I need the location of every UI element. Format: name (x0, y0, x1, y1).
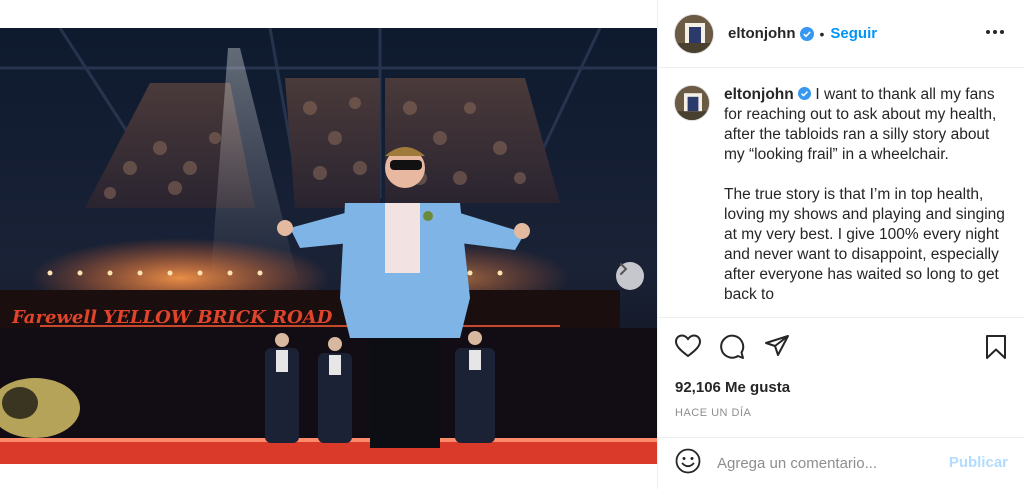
comment-input[interactable] (717, 455, 937, 472)
bookmark-icon[interactable] (985, 334, 1007, 365)
instagram-post: Farewell YELLOW BRICK ROAD eltonjohn • S… (0, 0, 1024, 489)
post-media[interactable]: Farewell YELLOW BRICK ROAD (0, 28, 657, 464)
verified-badge-icon (798, 86, 812, 103)
caption-username[interactable]: eltonjohn (724, 86, 794, 103)
chevron-right-icon (620, 263, 628, 275)
caption-avatar[interactable] (674, 85, 710, 121)
post-header: eltonjohn • Seguir (658, 0, 1024, 68)
avatar[interactable] (674, 13, 714, 54)
post-timestamp[interactable]: HACE UN DÍA (675, 407, 751, 419)
more-options-icon[interactable] (985, 22, 1005, 47)
concert-photo: Farewell YELLOW BRICK ROAD (0, 28, 657, 464)
publish-button[interactable]: Publicar (949, 454, 1008, 471)
separator-dot: • (819, 25, 825, 42)
post-side-panel: eltonjohn • Seguir eltonjohn I want to t… (657, 0, 1024, 489)
paper-plane-icon[interactable] (764, 334, 790, 363)
verified-badge-icon (799, 26, 814, 41)
caption-area: eltonjohn I want to thank all my fans fo… (658, 69, 1024, 317)
stage-sign-text: Farewell YELLOW BRICK ROAD (11, 307, 333, 328)
caption-paragraph: The true story is that I’m in top health… (724, 186, 1005, 303)
avatar-image (675, 86, 709, 120)
avatar-image (675, 14, 713, 53)
caption-text: eltonjohn I want to thank all my fans fo… (724, 85, 1009, 317)
likes-count[interactable]: 92,106 Me gusta (675, 379, 790, 396)
comment-icon[interactable] (719, 334, 745, 365)
action-bar (658, 317, 1024, 377)
smiley-icon[interactable] (675, 448, 701, 479)
comment-bar: Publicar (658, 437, 1024, 489)
heart-icon[interactable] (674, 334, 702, 363)
follow-button[interactable]: Seguir (830, 25, 877, 42)
carousel-next-button[interactable] (616, 262, 644, 290)
username[interactable]: eltonjohn (728, 25, 796, 42)
